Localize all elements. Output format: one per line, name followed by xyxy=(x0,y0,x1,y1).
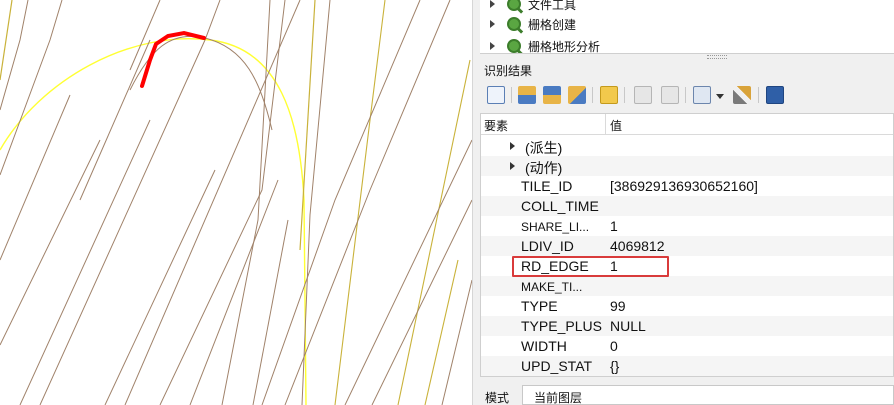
group-label: (派生) xyxy=(525,140,563,156)
olive-line xyxy=(299,0,316,251)
column-header-feature[interactable]: 要素 xyxy=(484,117,508,134)
olive-line xyxy=(397,59,471,405)
dock-resize-grip[interactable] xyxy=(707,55,727,59)
group-label: (动作) xyxy=(525,160,563,176)
toolbox-item-raster-terrain-analysis[interactable]: 栅格地形分析 xyxy=(490,35,601,54)
panel-title: 识别结果 xyxy=(484,64,533,78)
road-line xyxy=(261,0,421,405)
toolbox-item-label: 栅格地形分析 xyxy=(528,39,601,54)
attribute-row[interactable]: TYPE_PLUS NULL xyxy=(481,316,893,336)
mode-select[interactable]: 当前图层 xyxy=(522,385,894,405)
toolbox-item-raster-creation[interactable]: 栅格创建 xyxy=(490,13,576,35)
expand-arrow-icon[interactable] xyxy=(490,20,495,28)
attribute-value: NULL xyxy=(610,318,646,334)
road-line xyxy=(301,0,331,405)
attribute-value: 1 xyxy=(610,218,618,234)
attribute-field: LDIV_ID xyxy=(521,238,574,254)
processing-toolbox-tree: 文件工具 栅格创建 栅格地形分析 xyxy=(480,0,894,54)
attribute-field: WIDTH xyxy=(521,338,567,354)
yellow-boundary-line xyxy=(0,38,307,405)
road-line xyxy=(129,35,273,131)
toolbar-separator xyxy=(592,87,593,103)
copy-feature-icon[interactable] xyxy=(634,86,652,104)
print-icon[interactable] xyxy=(661,86,679,104)
collapse-all-icon[interactable] xyxy=(543,86,561,104)
toolbar-separator xyxy=(758,87,759,103)
road-line xyxy=(39,0,221,405)
road-line xyxy=(441,279,472,405)
chevron-down-icon[interactable] xyxy=(716,94,724,99)
road-line xyxy=(221,0,271,405)
attribute-row[interactable]: TYPE 99 xyxy=(481,296,893,316)
road-line xyxy=(284,0,451,405)
tree-group-actions[interactable]: (动作) xyxy=(481,156,893,176)
road-line xyxy=(104,169,216,405)
settings-wrench-icon[interactable] xyxy=(733,86,751,104)
tree-header: 要素 值 xyxy=(481,114,893,135)
column-divider[interactable] xyxy=(605,114,606,135)
attribute-value: {} xyxy=(610,358,620,374)
help-icon[interactable] xyxy=(766,86,784,104)
expand-arrow-icon[interactable] xyxy=(490,42,495,50)
qgis-algorithm-icon xyxy=(507,0,521,11)
attribute-field: TYPE_PLUS xyxy=(521,318,602,334)
map-canvas[interactable] xyxy=(0,0,472,405)
expand-arrow-icon[interactable] xyxy=(510,162,515,170)
mode-label: 模式 xyxy=(485,391,510,405)
toolbox-item-label: 文件工具 xyxy=(528,0,577,12)
toolbar-separator xyxy=(624,87,625,103)
expand-arrow-icon[interactable] xyxy=(510,142,515,150)
road-line xyxy=(19,119,151,405)
attribute-field: TYPE xyxy=(521,298,558,314)
road-line xyxy=(252,219,289,405)
tree-group-derived[interactable]: (派生) xyxy=(481,136,893,156)
attribute-field: MAKE_TI... xyxy=(521,280,583,294)
attribute-row[interactable]: TILE_ID [386929136930652160] xyxy=(481,176,893,196)
attribute-row[interactable]: SHARE_LI... 1 xyxy=(481,216,893,236)
selected-feature xyxy=(140,30,206,88)
road-line xyxy=(344,139,472,405)
attribute-row[interactable]: WIDTH 0 xyxy=(481,336,893,356)
attribute-value: [386929136930652160] xyxy=(610,178,758,194)
toolbar-separator xyxy=(685,87,686,103)
clear-results-icon[interactable] xyxy=(600,86,618,104)
annotation-highlight-box xyxy=(512,256,669,277)
toolbar-separator xyxy=(511,87,512,103)
qgis-algorithm-icon xyxy=(507,39,521,53)
column-header-value[interactable]: 值 xyxy=(610,117,622,134)
olive-line xyxy=(424,259,459,405)
expand-arrow-icon[interactable] xyxy=(490,0,495,8)
olive-line xyxy=(334,0,386,405)
olive-line xyxy=(0,0,13,81)
attribute-row[interactable]: MAKE_TI... xyxy=(481,276,893,296)
expand-tree-icon[interactable] xyxy=(487,86,505,104)
identify-settings-icon[interactable] xyxy=(693,86,711,104)
map-features xyxy=(0,0,472,405)
attribute-value: 99 xyxy=(610,298,626,314)
road-line xyxy=(0,94,71,261)
attribute-field: COLL_TIME xyxy=(521,198,599,214)
identify-results-tree: 要素 值 (派生) (动作) TILE_ID [3869291369306521… xyxy=(480,113,894,377)
right-dock-panel: 文件工具 栅格创建 栅格地形分析 识别结果 要素 值 (派生) (动作) TIL… xyxy=(480,0,894,405)
expand-all-icon[interactable] xyxy=(518,86,536,104)
road-line xyxy=(189,179,279,405)
attribute-row[interactable]: LDIV_ID 4069812 xyxy=(481,236,893,256)
toolbox-item-label: 栅格创建 xyxy=(528,17,577,32)
attribute-value: 0 xyxy=(610,338,618,354)
attribute-field: UPD_STAT xyxy=(521,358,593,374)
qgis-algorithm-icon xyxy=(507,17,521,31)
attribute-row[interactable]: UPD_STAT {} xyxy=(481,356,893,376)
road-line xyxy=(129,0,161,71)
road-line xyxy=(0,139,101,346)
road-line xyxy=(371,199,472,405)
attribute-value: 4069812 xyxy=(610,238,665,254)
mode-bar: 模式 当前图层 xyxy=(480,383,894,405)
road-line xyxy=(0,0,63,176)
identify-toolbar xyxy=(480,82,894,110)
panel-splitter[interactable] xyxy=(472,0,480,405)
attribute-row[interactable]: COLL_TIME xyxy=(481,196,893,216)
expand-new-results-icon[interactable] xyxy=(568,86,586,104)
attribute-field: TILE_ID xyxy=(521,178,573,194)
attribute-field: SHARE_LI... xyxy=(521,220,590,234)
